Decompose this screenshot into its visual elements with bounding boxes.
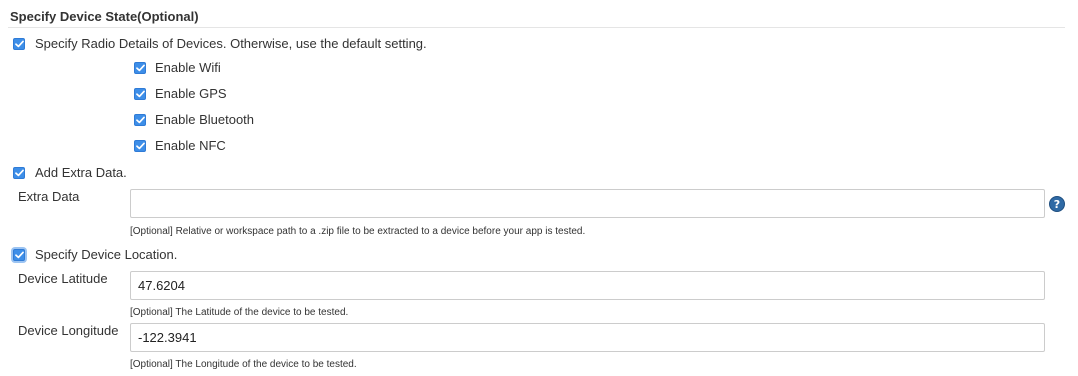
enable-bluetooth-label: Enable Bluetooth [155, 112, 255, 127]
add-extra-data-label: Add Extra Data. [35, 165, 127, 180]
extra-data-field-label: Extra Data [18, 189, 80, 204]
checkmark-icon [14, 40, 24, 48]
checkmark-icon [135, 64, 145, 72]
question-mark-glyph: ? [1053, 197, 1061, 211]
enable-gps-checkbox[interactable] [134, 88, 146, 100]
extra-data-input[interactable] [130, 189, 1045, 218]
specify-device-location-checkbox[interactable] [13, 249, 25, 261]
enable-gps-label: Enable GPS [155, 86, 227, 101]
device-latitude-label: Device Latitude [18, 271, 108, 286]
device-longitude-label: Device Longitude [18, 323, 119, 338]
help-icon[interactable]: ? [1049, 196, 1065, 212]
add-extra-data-checkbox[interactable] [13, 167, 25, 179]
enable-nfc-label: Enable NFC [155, 138, 226, 153]
specify-device-location-label: Specify Device Location. [35, 247, 178, 262]
radio-details-checkbox[interactable] [13, 38, 25, 50]
enable-wifi-label: Enable Wifi [155, 60, 221, 75]
extra-data-help-text: [Optional] Relative or workspace path to… [130, 226, 586, 237]
enable-wifi-checkbox[interactable] [134, 62, 146, 74]
section-title: Specify Device State(Optional) [10, 9, 199, 24]
device-latitude-help-text: [Optional] The Latitude of the device to… [130, 307, 349, 318]
radio-details-label: Specify Radio Details of Devices. Otherw… [35, 36, 427, 51]
enable-nfc-checkbox[interactable] [134, 140, 146, 152]
checkmark-icon [14, 251, 24, 259]
enable-bluetooth-checkbox[interactable] [134, 114, 146, 126]
device-latitude-input[interactable] [130, 271, 1045, 300]
checkmark-icon [14, 169, 24, 177]
device-longitude-input[interactable] [130, 323, 1045, 352]
checkmark-icon [135, 116, 145, 124]
checkmark-icon [135, 142, 145, 150]
checkmark-icon [135, 90, 145, 98]
section-divider [8, 27, 1065, 28]
device-longitude-help-text: [Optional] The Longitude of the device t… [130, 359, 357, 370]
